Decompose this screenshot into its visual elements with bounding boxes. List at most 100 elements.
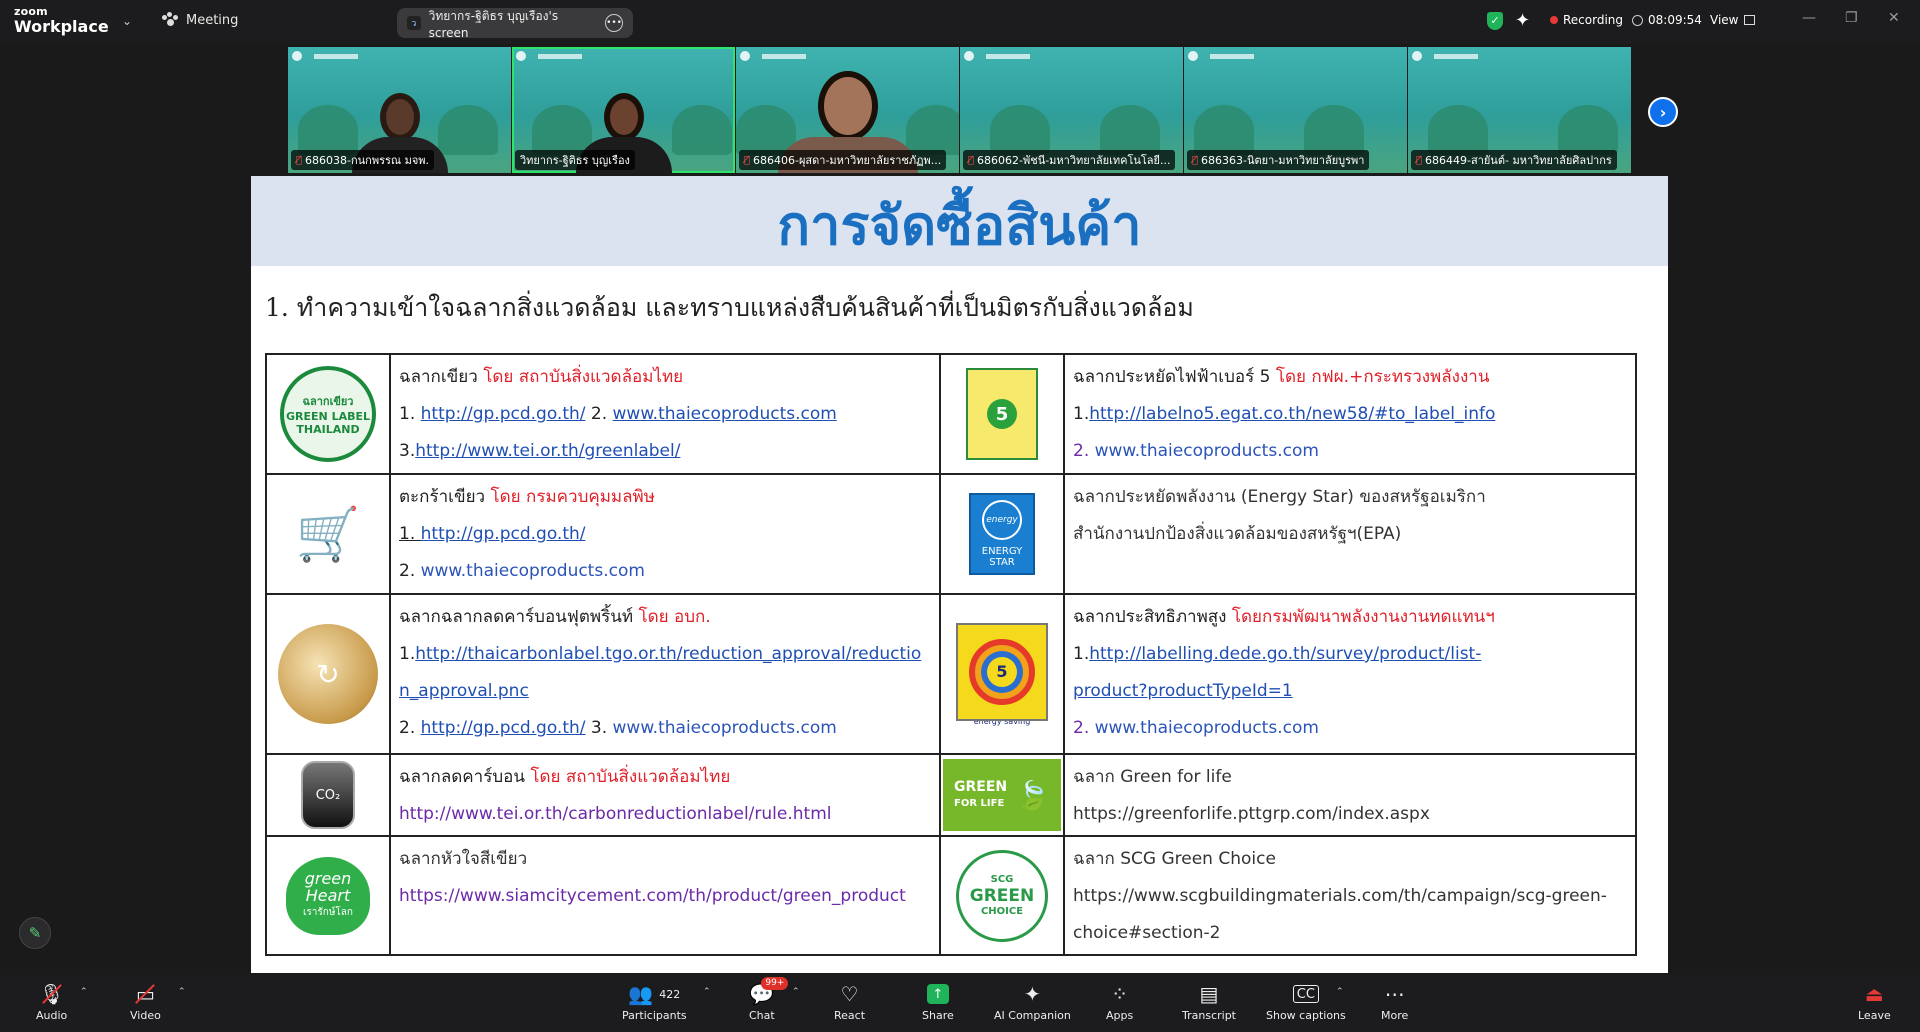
link[interactable]: www.thaiecoproducts.com	[1095, 441, 1319, 461]
more-button[interactable]: ⋯ More	[1381, 981, 1408, 1022]
link[interactable]: choice#section-2	[1073, 923, 1220, 943]
label-name: ฉลาก Green for life	[1073, 767, 1232, 787]
leave-label: Leave	[1858, 1009, 1891, 1022]
meeting-menu-button[interactable]: Meeting	[162, 12, 238, 28]
link[interactable]: http://gp.pcd.go.th/	[421, 524, 586, 544]
label-name: ฉลากประหยัดพลังงาน (Energy Star) ของสหรั…	[1073, 487, 1486, 507]
participant-count: 422	[659, 987, 681, 1001]
minimize-icon[interactable]: —	[1802, 10, 1816, 26]
high-efficiency-label-logo-icon: 5	[956, 622, 1048, 721]
more-options-icon[interactable]: •••	[605, 14, 623, 32]
link[interactable]: https://www.scgbuildingmaterials.com/th/…	[1073, 886, 1607, 906]
label-name: ฉลากฉลากลดคาร์บอนฟุตพริ้นท์	[399, 607, 639, 627]
chat-label: Chat	[749, 1009, 775, 1022]
transcript-button[interactable]: ▤ Transcript	[1182, 981, 1236, 1022]
apps-button[interactable]: ⁘ Apps	[1106, 981, 1133, 1022]
ai-companion-button[interactable]: ✦ AI Companion	[994, 981, 1071, 1022]
label-name: ฉลาก SCG Green Choice	[1073, 849, 1276, 869]
link[interactable]: https://www.siamcitycement.com/th/produc…	[399, 886, 906, 906]
link[interactable]: http://www.tei.or.th/carbonreductionlabe…	[399, 804, 831, 824]
annotate-pen-icon[interactable]: ✎	[19, 917, 51, 949]
show-captions-label: Show captions	[1266, 1009, 1346, 1022]
logo-cell: 🛒	[265, 473, 391, 595]
leave-button[interactable]: ⏏ Leave	[1858, 981, 1891, 1022]
slide-header-icons	[516, 51, 582, 61]
participant-name-label: วิทยากร-ฐิติธร บุญเรือง	[515, 150, 635, 170]
zoom-workplace-logo[interactable]: zoom Workplace	[14, 6, 109, 35]
audio-button[interactable]: 🎙 Audio	[36, 981, 67, 1022]
recording-dot-icon	[1550, 16, 1558, 24]
participants-label: Participants	[622, 1009, 687, 1022]
participant-tile[interactable]: 🎙̸ 686062-พัชนี-มหาวิทยาลัยเทคโนโลยี...	[960, 47, 1183, 173]
participant-tile-active-speaker[interactable]: วิทยากร-ฐิติธร บุญเรือง	[512, 47, 735, 173]
link[interactable]: n_approval.pnc	[399, 681, 529, 701]
green-heart-logo-icon: green Heart เรารักษ์โลก	[286, 856, 370, 935]
captions-cc-icon: CC	[1292, 985, 1319, 1003]
scg-green-choice-logo-icon: SCG GREEN CHOICE	[956, 849, 1048, 942]
list-number: 1.	[399, 644, 416, 664]
link[interactable]: http://gp.pcd.go.th/	[421, 404, 586, 424]
logo-cell: GREEN FOR LIFE 🍃	[939, 753, 1065, 837]
participants-options-chevron-icon[interactable]: ⌃	[703, 987, 711, 997]
share-button[interactable]: ↑ Share	[922, 981, 954, 1022]
logo-cell: 5	[939, 353, 1065, 475]
captions-options-chevron-icon[interactable]: ⌃	[1336, 987, 1344, 997]
chat-button[interactable]: 💬 99+ Chat	[749, 977, 789, 1022]
logo-cell: CO₂	[265, 753, 391, 837]
link[interactable]: www.thaiecoproducts.com	[613, 718, 837, 738]
camera-off-icon: ▭	[135, 981, 156, 1007]
label-issuer: โดย อบก.	[638, 607, 711, 627]
label-issuer: โดยกรมพัฒนาพลังงานงานทดแทนฯ	[1231, 607, 1495, 627]
audio-options-chevron-icon[interactable]: ⌃	[80, 987, 88, 997]
link[interactable]: http://thaicarbonlabel.tgo.or.th/reducti…	[415, 644, 921, 664]
label-info-cell: ฉลากเขียว โดย สถาบันสิ่งแวดล้อมไทย 1. ht…	[389, 353, 941, 475]
participant-tile[interactable]: 🎙̸ 686363-นิตยา-มหาวิทยาลัยบูรพา	[1184, 47, 1407, 173]
label-info-cell: ฉลาก SCG Green Choice https://www.scgbui…	[1063, 835, 1637, 956]
chevron-down-icon[interactable]: ⌄	[122, 14, 132, 28]
close-icon[interactable]: ✕	[1888, 10, 1900, 26]
screen-share-pill[interactable]: ว วิทยากร-ฐิติธร บุญเรือง's screen •••	[397, 8, 633, 40]
link[interactable]: www.thaiecoproducts.com	[421, 561, 645, 581]
label-name: ฉลากลดคาร์บอน	[399, 767, 531, 787]
table-row: 🛒 ตะกร้าเขียว โดย กรมควบคุมมลพิษ 1. http…	[265, 473, 1637, 595]
participant-tile[interactable]: 🎙̸ 686038-กนกพรรณ มจพ.	[288, 47, 511, 173]
ai-companion-label: AI Companion	[994, 1009, 1071, 1022]
participant-tile[interactable]: 🎙̸ 686449-สายันต์- มหาวิทยาลัยศิลปากร	[1408, 47, 1631, 173]
meeting-toolbar: 🎙 Audio ⌃ ▭ Video ⌃ 👥422 Participants ⌃ …	[0, 975, 1920, 1032]
next-page-chevron-icon[interactable]: ›	[1648, 97, 1678, 127]
participants-button[interactable]: 👥 422 Participants	[622, 981, 687, 1022]
muted-mic-icon: 🎙̸	[1192, 154, 1199, 166]
participant-name-label: 🎙̸ 686363-นิตยา-มหาวิทยาลัยบูรพา	[1187, 150, 1370, 170]
list-number: 1.	[399, 404, 421, 424]
view-label: View	[1710, 13, 1739, 27]
chat-options-chevron-icon[interactable]: ⌃	[792, 987, 800, 997]
participant-tile[interactable]: 🎙̸ 686406-ผุสดา-มหาวิทยาลัยราชภัฏพ...	[736, 47, 959, 173]
maximize-icon[interactable]: ❐	[1845, 10, 1858, 26]
recording-indicator[interactable]: Recording	[1550, 13, 1623, 27]
link[interactable]: http://labelling.dede.go.th/survey/produ…	[1089, 644, 1481, 664]
show-captions-button[interactable]: CC Show captions	[1266, 981, 1346, 1022]
link[interactable]: http://www.tei.or.th/greenlabel/	[415, 441, 680, 461]
ai-sparkle-icon[interactable]: ✦	[1515, 10, 1530, 31]
react-button[interactable]: ♡ React	[834, 981, 865, 1022]
view-button[interactable]: View	[1710, 13, 1756, 27]
link[interactable]: http://labelno5.egat.co.th/new58/#to_lab…	[1089, 404, 1495, 424]
top-bar: zoom Workplace ⌄ Meeting ว วิทยากร-ฐิติธ…	[0, 0, 1920, 44]
link[interactable]: https://greenforlife.pttgrp.com/index.as…	[1073, 804, 1430, 824]
list-number: 1.	[1073, 404, 1090, 424]
apps-label: Apps	[1106, 1009, 1134, 1022]
link[interactable]: www.thaiecoproducts.com	[1095, 718, 1319, 738]
leave-icon: ⏏	[1864, 982, 1884, 1006]
security-shield-icon[interactable]: ✓	[1487, 12, 1503, 30]
more-options-icon: ⋯	[1384, 982, 1405, 1006]
link[interactable]: www.thaiecoproducts.com	[613, 404, 837, 424]
video-options-chevron-icon[interactable]: ⌃	[178, 987, 186, 997]
video-button[interactable]: ▭ Video	[130, 981, 161, 1022]
link[interactable]: http://gp.pcd.go.th/	[421, 718, 586, 738]
link[interactable]: product?productTypeId=1	[1073, 681, 1293, 701]
muted-mic-icon: 🎙̸	[968, 154, 975, 166]
list-number: 2.	[585, 404, 613, 424]
label-info-cell: ตะกร้าเขียว โดย กรมควบคุมมลพิษ 1. http:/…	[389, 473, 941, 595]
microphone-muted-icon: 🎙	[39, 981, 64, 1007]
label-name: ฉลากเขียว	[399, 367, 484, 387]
